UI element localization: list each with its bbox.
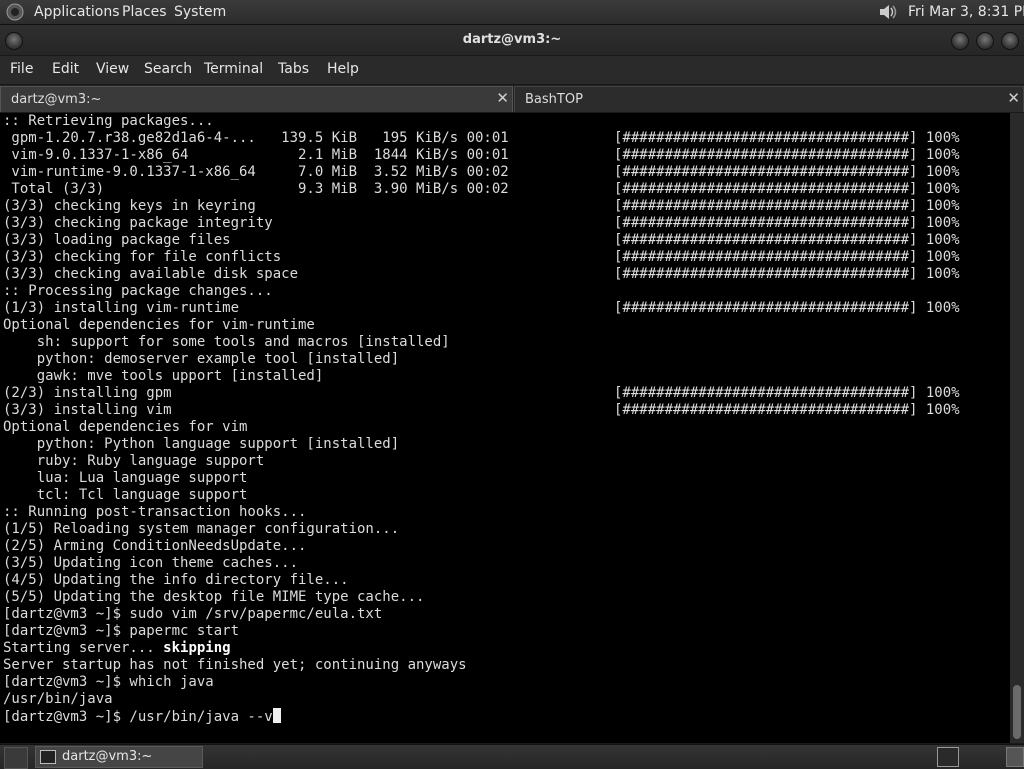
gnome-foot-icon[interactable] bbox=[6, 3, 24, 21]
clock[interactable]: Fri Mar 3, 8:31 PM bbox=[908, 4, 1024, 20]
trash-icon[interactable] bbox=[1006, 747, 1024, 767]
terminal-line: vim-9.0.1337-1-x86_64 2.1 MiB 1844 KiB/s… bbox=[3, 147, 509, 163]
show-desktop-icon[interactable] bbox=[4, 747, 28, 769]
progress-bar-text: [##################################] 100… bbox=[614, 385, 960, 401]
progress-bar-text: [##################################] 100… bbox=[614, 402, 960, 418]
maximize-button[interactable] bbox=[976, 32, 994, 50]
terminal-line: Optional dependencies for vim bbox=[3, 419, 248, 435]
tab-label: dartz@vm3:~ bbox=[11, 92, 102, 107]
speaker-icon[interactable] bbox=[877, 2, 899, 22]
terminal-line: Optional dependencies for vim-runtime bbox=[3, 317, 315, 333]
progress-bar-text: [##################################] 100… bbox=[614, 215, 960, 231]
terminal-line: lua: Lua language support bbox=[3, 470, 248, 486]
terminal-line: [dartz@vm3 ~]$ /usr/bin/java --v bbox=[3, 708, 281, 725]
menu-file[interactable]: File bbox=[10, 61, 33, 77]
terminal-line: (3/3) loading package files bbox=[3, 232, 231, 248]
terminal-line: Total (3/3) 9.3 MiB 3.90 MiB/s 00:02 bbox=[3, 181, 509, 197]
close-tab-icon[interactable]: ✕ bbox=[1007, 89, 1020, 107]
menu-applications[interactable]: Applications bbox=[34, 4, 120, 20]
tab-dartz[interactable]: dartz@vm3:~ ✕ bbox=[0, 86, 513, 112]
close-tab-icon[interactable]: ✕ bbox=[496, 89, 509, 107]
terminal-line: (2/5) Arming ConditionNeedsUpdate... bbox=[3, 538, 307, 554]
progress-bar-text: [##################################] 100… bbox=[614, 300, 960, 316]
terminal-line: (1/3) installing vim-runtime bbox=[3, 300, 240, 316]
top-panel: Applications Places System Fri Mar 3, 8:… bbox=[0, 0, 1024, 25]
terminal-line: sh: support for some tools and macros [i… bbox=[3, 334, 450, 350]
terminal-icon bbox=[40, 750, 56, 764]
terminal-line: /usr/bin/java bbox=[3, 691, 113, 707]
terminal-line: [dartz@vm3 ~]$ which java bbox=[3, 674, 214, 690]
progress-bar-text: [##################################] 100… bbox=[614, 147, 960, 163]
tab-bar: dartz@vm3:~ ✕ BashTOP ✕ bbox=[0, 85, 1024, 112]
close-button[interactable] bbox=[1001, 32, 1019, 50]
terminal-output[interactable]: :: Retrieving packages... gpm-1.20.7.r38… bbox=[0, 113, 1010, 743]
terminal-line: vim-runtime-9.0.1337-1-x86_64 7.0 MiB 3.… bbox=[3, 164, 509, 180]
terminal-line: (2/3) installing gpm bbox=[3, 385, 172, 401]
taskbar-window-button[interactable]: dartz@vm3:~ bbox=[35, 746, 203, 768]
progress-bar-text: [##################################] 100… bbox=[614, 130, 960, 146]
terminal-line: (3/5) Updating icon theme caches... bbox=[3, 555, 299, 571]
terminal-line: gpm-1.20.7.r38.ge82d1a6-4-... 139.5 KiB … bbox=[3, 130, 509, 146]
menu-search[interactable]: Search bbox=[144, 61, 192, 77]
text-cursor bbox=[272, 708, 281, 723]
terminal-line: ruby: Ruby language support bbox=[3, 453, 265, 469]
workspace-switcher-icon[interactable] bbox=[937, 747, 959, 767]
menu-view[interactable]: View bbox=[96, 61, 129, 77]
progress-bar-text: [##################################] 100… bbox=[614, 266, 960, 282]
menu-terminal[interactable]: Terminal bbox=[204, 61, 263, 77]
progress-bar-text: [##################################] 100… bbox=[614, 181, 960, 197]
menu-places[interactable]: Places bbox=[122, 4, 167, 20]
menu-help[interactable]: Help bbox=[327, 61, 359, 77]
terminal-line: :: Processing package changes... bbox=[3, 283, 273, 299]
terminal-line: gawk: mve tools upport [installed] bbox=[3, 368, 324, 384]
terminal-line: (3/3) checking for file conflicts bbox=[3, 249, 282, 265]
menu-edit[interactable]: Edit bbox=[52, 61, 79, 77]
progress-bar-text: [##################################] 100… bbox=[614, 198, 960, 214]
menubar: File Edit View Search Terminal Tabs Help bbox=[0, 56, 1024, 84]
minimize-button[interactable] bbox=[951, 32, 969, 50]
terminal-line: tcl: Tcl language support bbox=[3, 487, 248, 503]
terminal-line: (3/3) checking package integrity bbox=[3, 215, 273, 231]
window-title: dartz@vm3:~ bbox=[462, 32, 562, 47]
terminal-line: Starting server... skipping bbox=[3, 640, 231, 656]
tab-bashtop[interactable]: BashTOP ✕ bbox=[514, 86, 1024, 112]
terminal-line: [dartz@vm3 ~]$ papermc start bbox=[3, 623, 240, 639]
scrollbar-thumb[interactable] bbox=[1013, 685, 1021, 739]
terminal-line: python: demoserver example tool [install… bbox=[3, 351, 400, 367]
terminal-line: (1/5) Reloading system manager configura… bbox=[3, 521, 400, 537]
terminal-line: :: Retrieving packages... bbox=[3, 113, 214, 129]
terminal-line: (3/3) checking available disk space bbox=[3, 266, 299, 282]
terminal-line: (5/5) Updating the desktop file MIME typ… bbox=[3, 589, 425, 605]
menu-system[interactable]: System bbox=[174, 4, 226, 20]
taskbar-window-label: dartz@vm3:~ bbox=[62, 749, 153, 764]
progress-bar-text: [##################################] 100… bbox=[614, 232, 960, 248]
window-titlebar[interactable]: dartz@vm3:~ bbox=[0, 25, 1024, 56]
terminal-line: python: Python language support [install… bbox=[3, 436, 400, 452]
progress-bar-text: [##################################] 100… bbox=[614, 164, 960, 180]
terminal-line: (3/3) checking keys in keyring bbox=[3, 198, 256, 214]
terminal-line: :: Running post-transaction hooks... bbox=[3, 504, 307, 520]
terminal-line: [dartz@vm3 ~]$ sudo vim /srv/papermc/eul… bbox=[3, 606, 383, 622]
bottom-panel: dartz@vm3:~ bbox=[0, 744, 1024, 769]
tab-label: BashTOP bbox=[525, 92, 583, 107]
skipping-text: skipping bbox=[163, 640, 231, 656]
menu-tabs[interactable]: Tabs bbox=[278, 61, 309, 77]
terminal-line: (4/5) Updating the info directory file..… bbox=[3, 572, 349, 588]
terminal-line: (3/3) installing vim bbox=[3, 402, 172, 418]
terminal-scrollbar[interactable] bbox=[1010, 113, 1024, 743]
terminal-line: Server startup has not finished yet; con… bbox=[3, 657, 467, 673]
progress-bar-text: [##################################] 100… bbox=[614, 249, 960, 265]
